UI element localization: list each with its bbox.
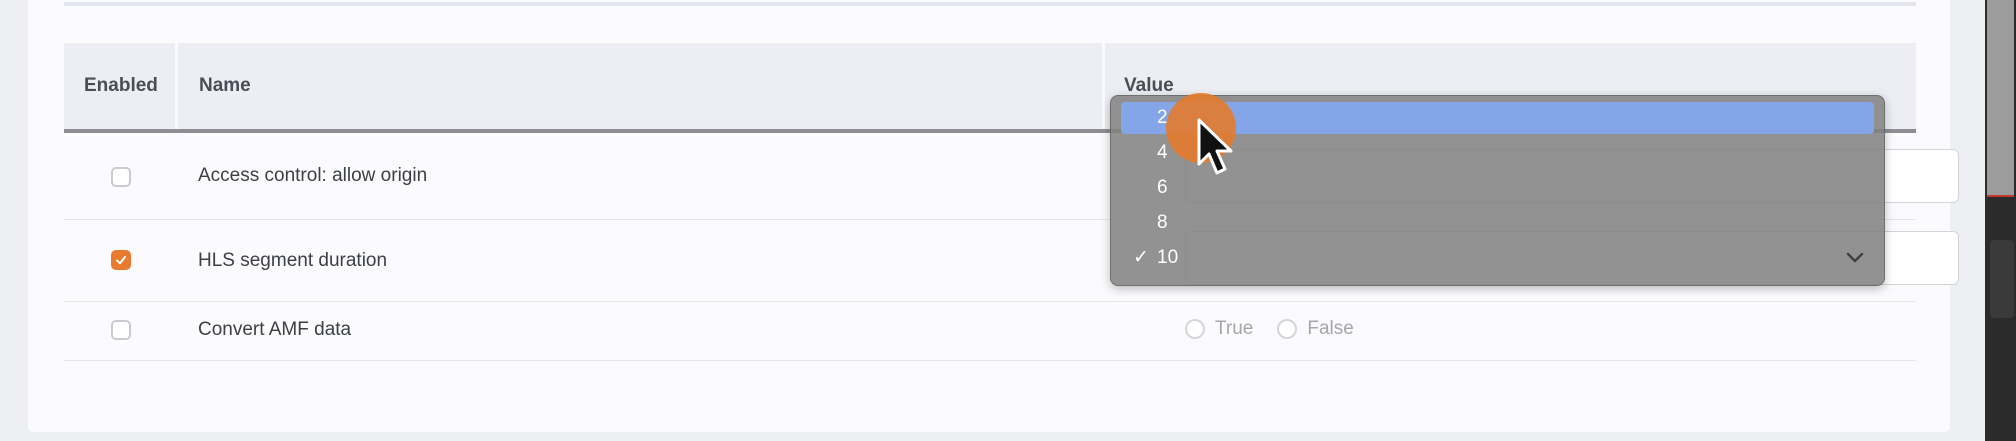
adjacent-window-control (1990, 240, 2014, 318)
dropdown-option-selected[interactable]: ✓ 10 (1121, 242, 1874, 274)
dropdown-option[interactable]: 8 (1121, 207, 1874, 239)
pointer-icon (1197, 118, 1233, 175)
adjacent-window-preview (1987, 0, 2014, 197)
radio-label: True (1215, 318, 1254, 339)
column-header-name: Name (199, 75, 251, 96)
enabled-checkbox[interactable] (111, 167, 131, 187)
check-icon (116, 256, 126, 265)
chevron-down-icon[interactable] (1846, 252, 1864, 264)
radio-false[interactable]: False (1277, 318, 1354, 340)
table-row: Convert AMF data True False (64, 302, 1916, 361)
column-divider (1102, 43, 1105, 129)
setting-name: Access control: allow origin (198, 165, 428, 186)
setting-name: HLS segment duration (198, 250, 388, 271)
setting-name: Convert AMF data (198, 319, 352, 340)
radio-label: False (1307, 318, 1354, 339)
enabled-checkbox[interactable] (111, 250, 131, 270)
dropdown-option-label: 10 (1157, 247, 1179, 268)
column-header-enabled: Enabled (84, 75, 158, 96)
radio-button[interactable] (1185, 319, 1205, 339)
page: Enabled Name Value Access control: allow… (0, 0, 2016, 441)
enabled-checkbox[interactable] (111, 320, 131, 340)
column-divider (175, 43, 178, 129)
radio-true[interactable]: True (1185, 318, 1253, 340)
section-divider (64, 2, 1916, 6)
radio-button[interactable] (1277, 319, 1298, 339)
amf-radio-group: True False (1185, 318, 1378, 340)
checkmark-icon: ✓ (1133, 247, 1149, 268)
